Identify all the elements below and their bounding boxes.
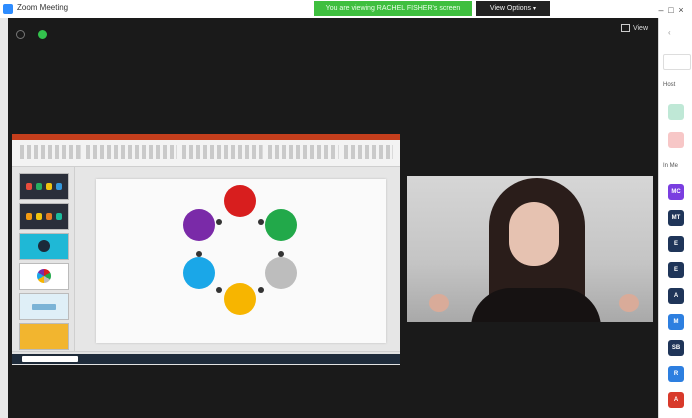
window-controls: – □ × (656, 0, 692, 18)
view-options-button[interactable]: View Options ▾ (476, 1, 550, 16)
participant-search-input[interactable] (663, 54, 691, 70)
slide-thumbnail[interactable] (19, 233, 69, 260)
powerpoint-ribbon (12, 140, 400, 167)
participant-face (509, 202, 559, 266)
grid-icon (620, 24, 630, 32)
participants-section-label: Host (663, 82, 676, 88)
participant-avatar[interactable]: A (668, 288, 684, 304)
diagram-connector-dot (216, 287, 222, 293)
slide-thumbnail-pane (12, 167, 75, 351)
participant-avatar[interactable]: E (668, 262, 684, 278)
meeting-status-icons (16, 26, 56, 44)
participant-avatar[interactable]: M (668, 314, 684, 330)
close-button[interactable]: × (676, 1, 686, 19)
participant-hand (619, 294, 639, 312)
ribbon-group-editing (344, 145, 393, 159)
slide-thumbnail[interactable] (19, 293, 69, 320)
window-left-edge (0, 18, 8, 418)
ribbon-group-font (86, 145, 177, 159)
participant-avatar[interactable]: MC (668, 184, 684, 200)
diagram-circle (224, 283, 256, 315)
diagram-circle (183, 257, 215, 289)
minimize-button[interactable]: – (656, 1, 666, 19)
maximize-button[interactable]: □ (666, 1, 676, 19)
meeting-video-area: View (8, 18, 658, 418)
participants-panel: ‹ Host In Me MC MT E E A M SB R A (658, 18, 692, 418)
participant-avatar[interactable]: MT (668, 210, 684, 226)
chevron-left-icon[interactable]: ‹ (668, 28, 671, 37)
participant-avatar[interactable] (668, 104, 684, 120)
slide-canvas[interactable] (96, 179, 386, 343)
zoom-app-icon (3, 4, 13, 14)
encryption-icon[interactable] (38, 30, 48, 39)
ribbon-group-drawing (268, 145, 339, 159)
slide-thumbnail[interactable] (19, 323, 69, 350)
diagram-connector-dot (216, 219, 222, 225)
diagram-circle (183, 209, 215, 241)
slide-thumbnail[interactable] (19, 173, 69, 200)
ribbon-group-paragraph (182, 145, 263, 159)
diagram-connector-dot (258, 287, 264, 293)
shared-screen[interactable] (12, 134, 400, 365)
diagram-circle (224, 185, 256, 217)
participant-avatar[interactable]: SB (668, 340, 684, 356)
diagram-connector-dot (258, 219, 264, 225)
participant-avatar[interactable]: R (668, 366, 684, 382)
ribbon-group-clipboard (20, 145, 81, 159)
diagram-circle (265, 257, 297, 289)
shield-icon[interactable] (16, 30, 25, 39)
participant-avatar[interactable]: E (668, 236, 684, 252)
participant-hand (429, 294, 449, 312)
diagram-connector-dot (278, 251, 284, 257)
window-title: Zoom Meeting (17, 3, 69, 12)
view-button[interactable]: View (620, 24, 648, 32)
participant-video-tile[interactable] (407, 176, 653, 322)
view-button-label: View (632, 24, 648, 32)
diagram-circle (265, 209, 297, 241)
diagram-connector-dot (196, 251, 202, 257)
slide-thumbnail-selected[interactable] (19, 263, 69, 290)
slide-thumbnail[interactable] (19, 203, 69, 230)
participant-avatar[interactable] (668, 132, 684, 148)
chevron-down-icon: ▾ (533, 6, 537, 12)
taskbar-search-box[interactable] (22, 356, 78, 362)
screen-share-banner: You are viewing RACHEL FISHER's screen (314, 1, 472, 16)
participant-avatar[interactable]: A (668, 392, 684, 408)
view-options-label: View Options (489, 5, 532, 12)
participant-body (471, 288, 601, 322)
participants-section-label: In Me (663, 163, 679, 169)
title-bar: Zoom Meeting You are viewing RACHEL FISH… (0, 0, 692, 19)
windows-taskbar (12, 354, 400, 364)
